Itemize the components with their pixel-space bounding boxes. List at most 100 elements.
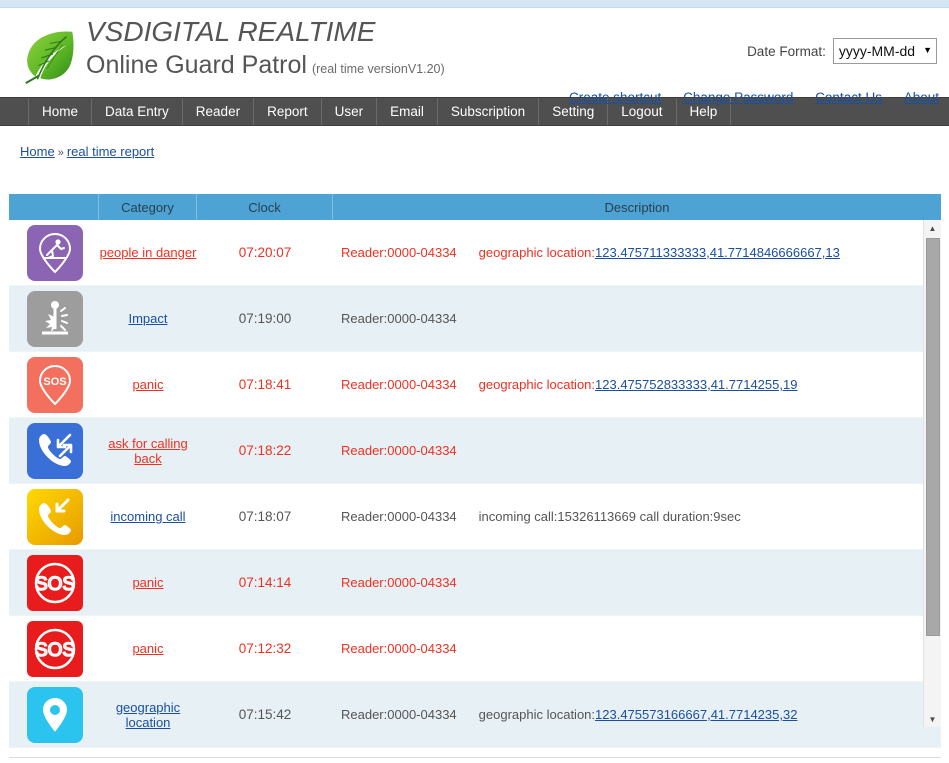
row-icon-cell bbox=[9, 423, 99, 479]
category-link[interactable]: incoming call bbox=[110, 509, 185, 524]
breadcrumb-separator: » bbox=[58, 147, 64, 159]
nav-item-home[interactable]: Home bbox=[29, 98, 92, 125]
nav-item-email[interactable]: Email bbox=[377, 98, 438, 125]
row-category-cell: Impact bbox=[99, 311, 197, 326]
geo-location-group: geographic location:123.475711333333,41.… bbox=[479, 245, 840, 260]
sos-circle-icon: SOS bbox=[27, 555, 83, 611]
category-link[interactable]: people in danger bbox=[100, 245, 197, 260]
row-description-cell: Reader:0000-04334geographic location:123… bbox=[333, 707, 941, 722]
about-link[interactable]: About bbox=[904, 90, 939, 105]
scrollbar-track[interactable] bbox=[924, 236, 941, 711]
row-description-cell: Reader:0000-04334 bbox=[333, 311, 941, 326]
row-category-cell: ask for calling back bbox=[99, 436, 197, 466]
table-scrollbar[interactable]: ▲ ▼ bbox=[923, 220, 941, 727]
category-link[interactable]: panic bbox=[132, 377, 163, 392]
row-clock-cell: 07:12:32 bbox=[197, 641, 333, 656]
row-category-cell: people in danger bbox=[99, 245, 197, 260]
row-category-cell: incoming call bbox=[99, 509, 197, 524]
reader-id-text: Reader:0000-04334 bbox=[341, 245, 457, 260]
clock-value: 07:12:32 bbox=[239, 641, 292, 656]
row-category-cell: panic bbox=[99, 575, 197, 590]
svg-text:SOS: SOS bbox=[35, 574, 75, 595]
row-clock-cell: 07:18:22 bbox=[197, 443, 333, 458]
row-description-cell: Reader:0000-04334 bbox=[333, 575, 941, 590]
scrollbar-thumb[interactable] bbox=[926, 238, 940, 636]
clock-value: 07:15:42 bbox=[239, 707, 292, 722]
category-link[interactable]: Impact bbox=[128, 311, 167, 326]
row-category-cell: panic bbox=[99, 641, 197, 656]
impact-icon bbox=[27, 291, 83, 347]
bottom-divider bbox=[9, 757, 941, 758]
date-format-select[interactable]: yyyy-MM-dd ▼ bbox=[833, 38, 937, 64]
geo-location-group: geographic location:123.475752833333,41.… bbox=[479, 377, 798, 392]
nav-left-spacer bbox=[0, 98, 29, 125]
svg-text:SOS: SOS bbox=[43, 376, 66, 388]
row-icon-cell: SOS bbox=[9, 555, 99, 611]
column-header-icon bbox=[9, 194, 99, 220]
brand-title-secondary: Online Guard Patrol(real time versionV1.… bbox=[86, 53, 445, 78]
leaf-icon bbox=[18, 25, 80, 87]
table-row: geographic location 07:15:42 Reader:0000-0… bbox=[9, 682, 941, 748]
reader-id-text: Reader:0000-04334 bbox=[341, 311, 457, 326]
column-header-clock: Clock bbox=[197, 194, 333, 220]
nav-item-reader[interactable]: Reader bbox=[183, 98, 254, 125]
brand: VSDIGITAL REALTIME Online Guard Patrol(r… bbox=[18, 18, 445, 87]
table-row: SOS panic 07:14:14 Reader:0000-04334 bbox=[9, 550, 941, 616]
clock-value: 07:18:22 bbox=[239, 443, 292, 458]
table-row: SOS panic 07:18:41 Reader:0000-04334geograp… bbox=[9, 352, 941, 418]
row-icon-cell bbox=[9, 489, 99, 545]
create-shortcut-link[interactable]: Create shortcut bbox=[569, 90, 661, 105]
row-icon-cell bbox=[9, 291, 99, 347]
category-link[interactable]: panic bbox=[132, 575, 163, 590]
clock-value: 07:18:07 bbox=[239, 509, 292, 524]
svg-text:SOS: SOS bbox=[35, 640, 75, 661]
clock-value: 07:14:14 bbox=[239, 575, 292, 590]
nav-item-user[interactable]: User bbox=[322, 98, 378, 125]
brand-subtitle-text: Online Guard Patrol bbox=[86, 51, 307, 79]
breadcrumb-current-link[interactable]: real time report bbox=[67, 144, 154, 159]
call-details-text: incoming call:15326113669 call duration:… bbox=[479, 509, 741, 524]
category-link[interactable]: geographic location bbox=[99, 700, 197, 730]
row-description-cell: Reader:0000-04334 bbox=[333, 443, 941, 458]
reader-id-text: Reader:0000-04334 bbox=[341, 575, 457, 590]
table-header-row: Category Clock Description bbox=[9, 194, 941, 220]
table-row: SOS panic 07:12:32 Reader:0000-04334 bbox=[9, 616, 941, 682]
column-header-category: Category bbox=[99, 194, 197, 220]
sos-circle-icon: SOS bbox=[27, 621, 83, 677]
row-description-cell: Reader:0000-04334 bbox=[333, 641, 941, 656]
geo-coordinates-link[interactable]: 123.475573166667,41.7714235,32 bbox=[595, 707, 797, 722]
geo-location-label: geographic location: bbox=[479, 707, 595, 722]
nav-item-data-entry[interactable]: Data Entry bbox=[92, 98, 183, 125]
map-pin-icon bbox=[27, 687, 83, 743]
date-format-value: yyyy-MM-dd bbox=[839, 43, 915, 59]
row-description-cell: Reader:0000-04334 geographic location:123… bbox=[333, 245, 941, 260]
reader-id-text: Reader:0000-04334 bbox=[341, 641, 457, 656]
geo-coordinates-link[interactable]: 123.475752833333,41.7714255,19 bbox=[595, 377, 797, 392]
geo-coordinates-link[interactable]: 123.475711333333,41.7714846666667,13 bbox=[595, 245, 840, 260]
brand-title-primary: VSDIGITAL REALTIME bbox=[86, 18, 445, 46]
reader-id-text: Reader:0000-04334 bbox=[341, 509, 457, 524]
scrollbar-down-button[interactable]: ▼ bbox=[924, 711, 941, 727]
row-icon-cell: SOS bbox=[9, 357, 99, 413]
clock-value: 07:18:41 bbox=[239, 377, 292, 392]
category-link[interactable]: panic bbox=[132, 641, 163, 656]
row-description-cell: Reader:0000-04334geographic location:123… bbox=[333, 377, 941, 392]
table-row: incoming call 07:18:07 Reader:0000-04334 in… bbox=[9, 484, 941, 550]
change-password-link[interactable]: Change Password bbox=[683, 90, 793, 105]
row-clock-cell: 07:14:14 bbox=[197, 575, 333, 590]
incoming-call-icon bbox=[27, 489, 83, 545]
page-header: VSDIGITAL REALTIME Online Guard Patrol(r… bbox=[0, 8, 949, 97]
breadcrumb-home-link[interactable]: Home bbox=[20, 144, 55, 159]
clock-value: 07:19:00 bbox=[239, 311, 292, 326]
date-format-control: Date Format: yyyy-MM-dd ▼ bbox=[747, 38, 937, 64]
nav-item-subscription[interactable]: Subscription bbox=[438, 98, 539, 125]
row-clock-cell: 07:18:07 bbox=[197, 509, 333, 524]
category-link[interactable]: ask for calling back bbox=[99, 436, 197, 466]
row-category-cell: panic bbox=[99, 377, 197, 392]
sos-pin-icon: SOS bbox=[27, 357, 83, 413]
nav-item-report[interactable]: Report bbox=[254, 98, 322, 125]
contact-us-link[interactable]: Contact Us bbox=[815, 90, 882, 105]
geo-location-label: geographic location: bbox=[479, 245, 595, 260]
scrollbar-up-button[interactable]: ▲ bbox=[924, 220, 941, 236]
chevron-down-icon: ▼ bbox=[923, 46, 932, 55]
